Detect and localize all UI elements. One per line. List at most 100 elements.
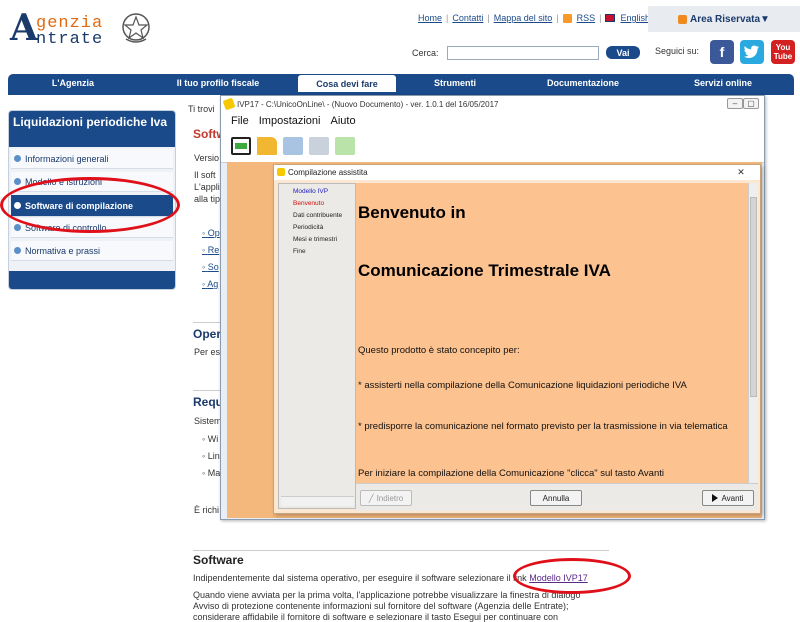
next-button[interactable]: Avanti <box>702 490 754 506</box>
link-op[interactable]: ◦ Op <box>202 228 220 238</box>
sidebar-item-label: Informazioni generali <box>25 153 109 164</box>
welcome-p2: * assisterti nella compilazione della Co… <box>358 380 687 391</box>
youtube-label-1: You <box>775 43 791 52</box>
link-re-label: Re <box>207 245 220 255</box>
req-item-1-label: Wi <box>207 434 219 444</box>
divider <box>193 322 223 323</box>
youtube-label-2: Tube <box>773 52 793 61</box>
save-icon[interactable] <box>283 137 303 155</box>
main-nav: L'Agenzia Il tuo profilo fiscale Cosa de… <box>8 74 794 93</box>
logo-line-2: ntrate <box>36 30 104 49</box>
software-p1-text: Indipendentemente dal sistema operativo,… <box>193 573 527 583</box>
welcome-p1: Questo prodotto è stato concepito per: <box>358 345 520 356</box>
logo-letter: A <box>10 7 38 49</box>
link-re[interactable]: ◦ Re <box>202 245 219 255</box>
section-req-title: Requ <box>193 395 223 409</box>
bullet-icon <box>14 224 21 231</box>
nav-strumenti[interactable]: Strumenti <box>396 74 514 92</box>
step-dati-contribuente[interactable]: Dati contribuente <box>293 212 342 219</box>
area-riservata-button[interactable]: Area Riservata▼ <box>648 6 800 32</box>
youtube-icon[interactable]: You Tube <box>771 40 795 64</box>
step-modello[interactable]: Modello IVP <box>293 188 328 195</box>
rss-link[interactable]: RSS <box>577 13 596 23</box>
app-title: IVP17 - C:\UnicoOnLine\ - (Nuovo Documen… <box>237 100 499 109</box>
req-item-2-label: Lin <box>207 451 220 461</box>
menu-impostazioni[interactable]: Impostazioni <box>259 115 321 127</box>
menu-file[interactable]: File <box>231 115 249 127</box>
facebook-icon[interactable]: f <box>710 40 734 64</box>
english-link[interactable]: English <box>620 13 650 23</box>
version-text: Versio <box>194 153 220 163</box>
contatti-link[interactable]: Contatti <box>452 13 483 23</box>
req-item-3: ◦ Ma <box>202 468 221 478</box>
exit-icon[interactable] <box>335 137 355 155</box>
welcome-p3: * predisporre la comunicazione nel forma… <box>358 421 728 432</box>
minimize-button[interactable]: – <box>727 98 743 109</box>
dialog-close-button[interactable]: ✕ <box>726 166 756 178</box>
dialog-title: Compilazione assistita <box>288 168 368 177</box>
home-link[interactable]: Home <box>418 13 442 23</box>
intro-line-1: Il soft <box>194 170 216 180</box>
nav-cosa-devi-fare[interactable]: Cosa devi fare <box>298 75 396 93</box>
next-label: Avanti <box>721 493 744 503</box>
sidebar-footer <box>9 271 175 289</box>
sidebar-title: Liquidazioni periodiche Iva <box>9 111 175 147</box>
maximize-button[interactable]: ▢ <box>743 98 759 109</box>
social-label: Seguici su: <box>655 46 700 56</box>
back-icon: ╱ <box>368 493 374 503</box>
link-ag-label: Ag <box>207 279 219 289</box>
nav-agenzia[interactable]: L'Agenzia <box>8 74 138 92</box>
software-section-title: Software <box>193 553 244 567</box>
compilazione-assistita-dialog: Compilazione assistita ✕ Modello IVP Ben… <box>273 164 761 514</box>
content-scrollbar[interactable] <box>748 183 758 483</box>
welcome-heading-1: Benvenuto in <box>358 203 466 222</box>
search-label: Cerca: <box>412 48 439 58</box>
play-arrow-icon <box>712 494 719 502</box>
link-ag[interactable]: ◦ Ag <box>202 279 218 289</box>
twitter-icon[interactable] <box>740 40 764 64</box>
print-icon[interactable] <box>309 137 329 155</box>
steps-scrollbar[interactable] <box>281 496 354 506</box>
section-req-text: Sistem <box>194 416 222 426</box>
sidebar-item-label: Normativa e prassi <box>25 245 101 256</box>
cancel-button[interactable]: Annulla <box>530 490 582 506</box>
breadcrumb: Ti trovi <box>188 104 215 114</box>
req-item-2: ◦ Lin <box>202 451 220 461</box>
area-riservata-label: Area Riservata▼ <box>690 13 770 25</box>
software-p2-line-2: Avviso di protezione contenente informaz… <box>193 601 569 611</box>
nav-profilo-fiscale[interactable]: Il tuo profilo fiscale <box>138 74 298 92</box>
link-so-label: So <box>207 262 219 272</box>
nav-documentazione[interactable]: Documentazione <box>514 74 652 92</box>
link-so[interactable]: ◦ So <box>202 262 219 272</box>
dialog-titlebar: Compilazione assistita <box>274 165 760 180</box>
dialog-icon <box>277 168 285 176</box>
bullet-icon <box>14 155 21 162</box>
search-button[interactable]: Vai <box>606 46 640 59</box>
req-item-1: ◦ Wi <box>202 434 219 444</box>
scrollbar-thumb[interactable] <box>750 197 757 397</box>
lock-icon <box>678 14 688 24</box>
step-fine[interactable]: Fine <box>293 248 306 255</box>
sidebar-item-informazioni[interactable]: Informazioni generali <box>11 149 173 169</box>
nav-servizi-online[interactable]: Servizi online <box>652 74 794 92</box>
step-periodicita[interactable]: Periodicità <box>293 224 323 231</box>
open-folder-icon[interactable] <box>257 137 277 155</box>
top-links: Home | Contatti | Mappa del sito | RSS | Eng… <box>418 13 651 23</box>
close-app-button[interactable] <box>759 98 765 109</box>
app-menubar: File Impostazioni Aiuto <box>221 113 764 129</box>
step-benvenuto[interactable]: Benvenuto <box>293 200 324 207</box>
search-input[interactable] <box>447 46 599 60</box>
back-button[interactable]: ╱ Indietro <box>360 490 412 506</box>
back-label: Indietro <box>376 493 404 503</box>
rss-icon <box>562 13 572 23</box>
step-mesi[interactable]: Mesi e trimestri <box>293 236 337 243</box>
new-document-icon[interactable] <box>231 137 251 155</box>
sidebar-item-normativa[interactable]: Normativa e prassi <box>11 241 173 261</box>
mappa-link[interactable]: Mappa del sito <box>494 13 553 23</box>
divider <box>193 390 223 391</box>
menu-aiuto[interactable]: Aiuto <box>331 115 356 127</box>
app-toolbar <box>221 129 764 163</box>
highlight-ring-sidebar <box>0 177 180 233</box>
highlight-ring-link <box>513 558 631 594</box>
software-p2-line-3: considerare affidabile il fornitore di s… <box>193 612 559 622</box>
